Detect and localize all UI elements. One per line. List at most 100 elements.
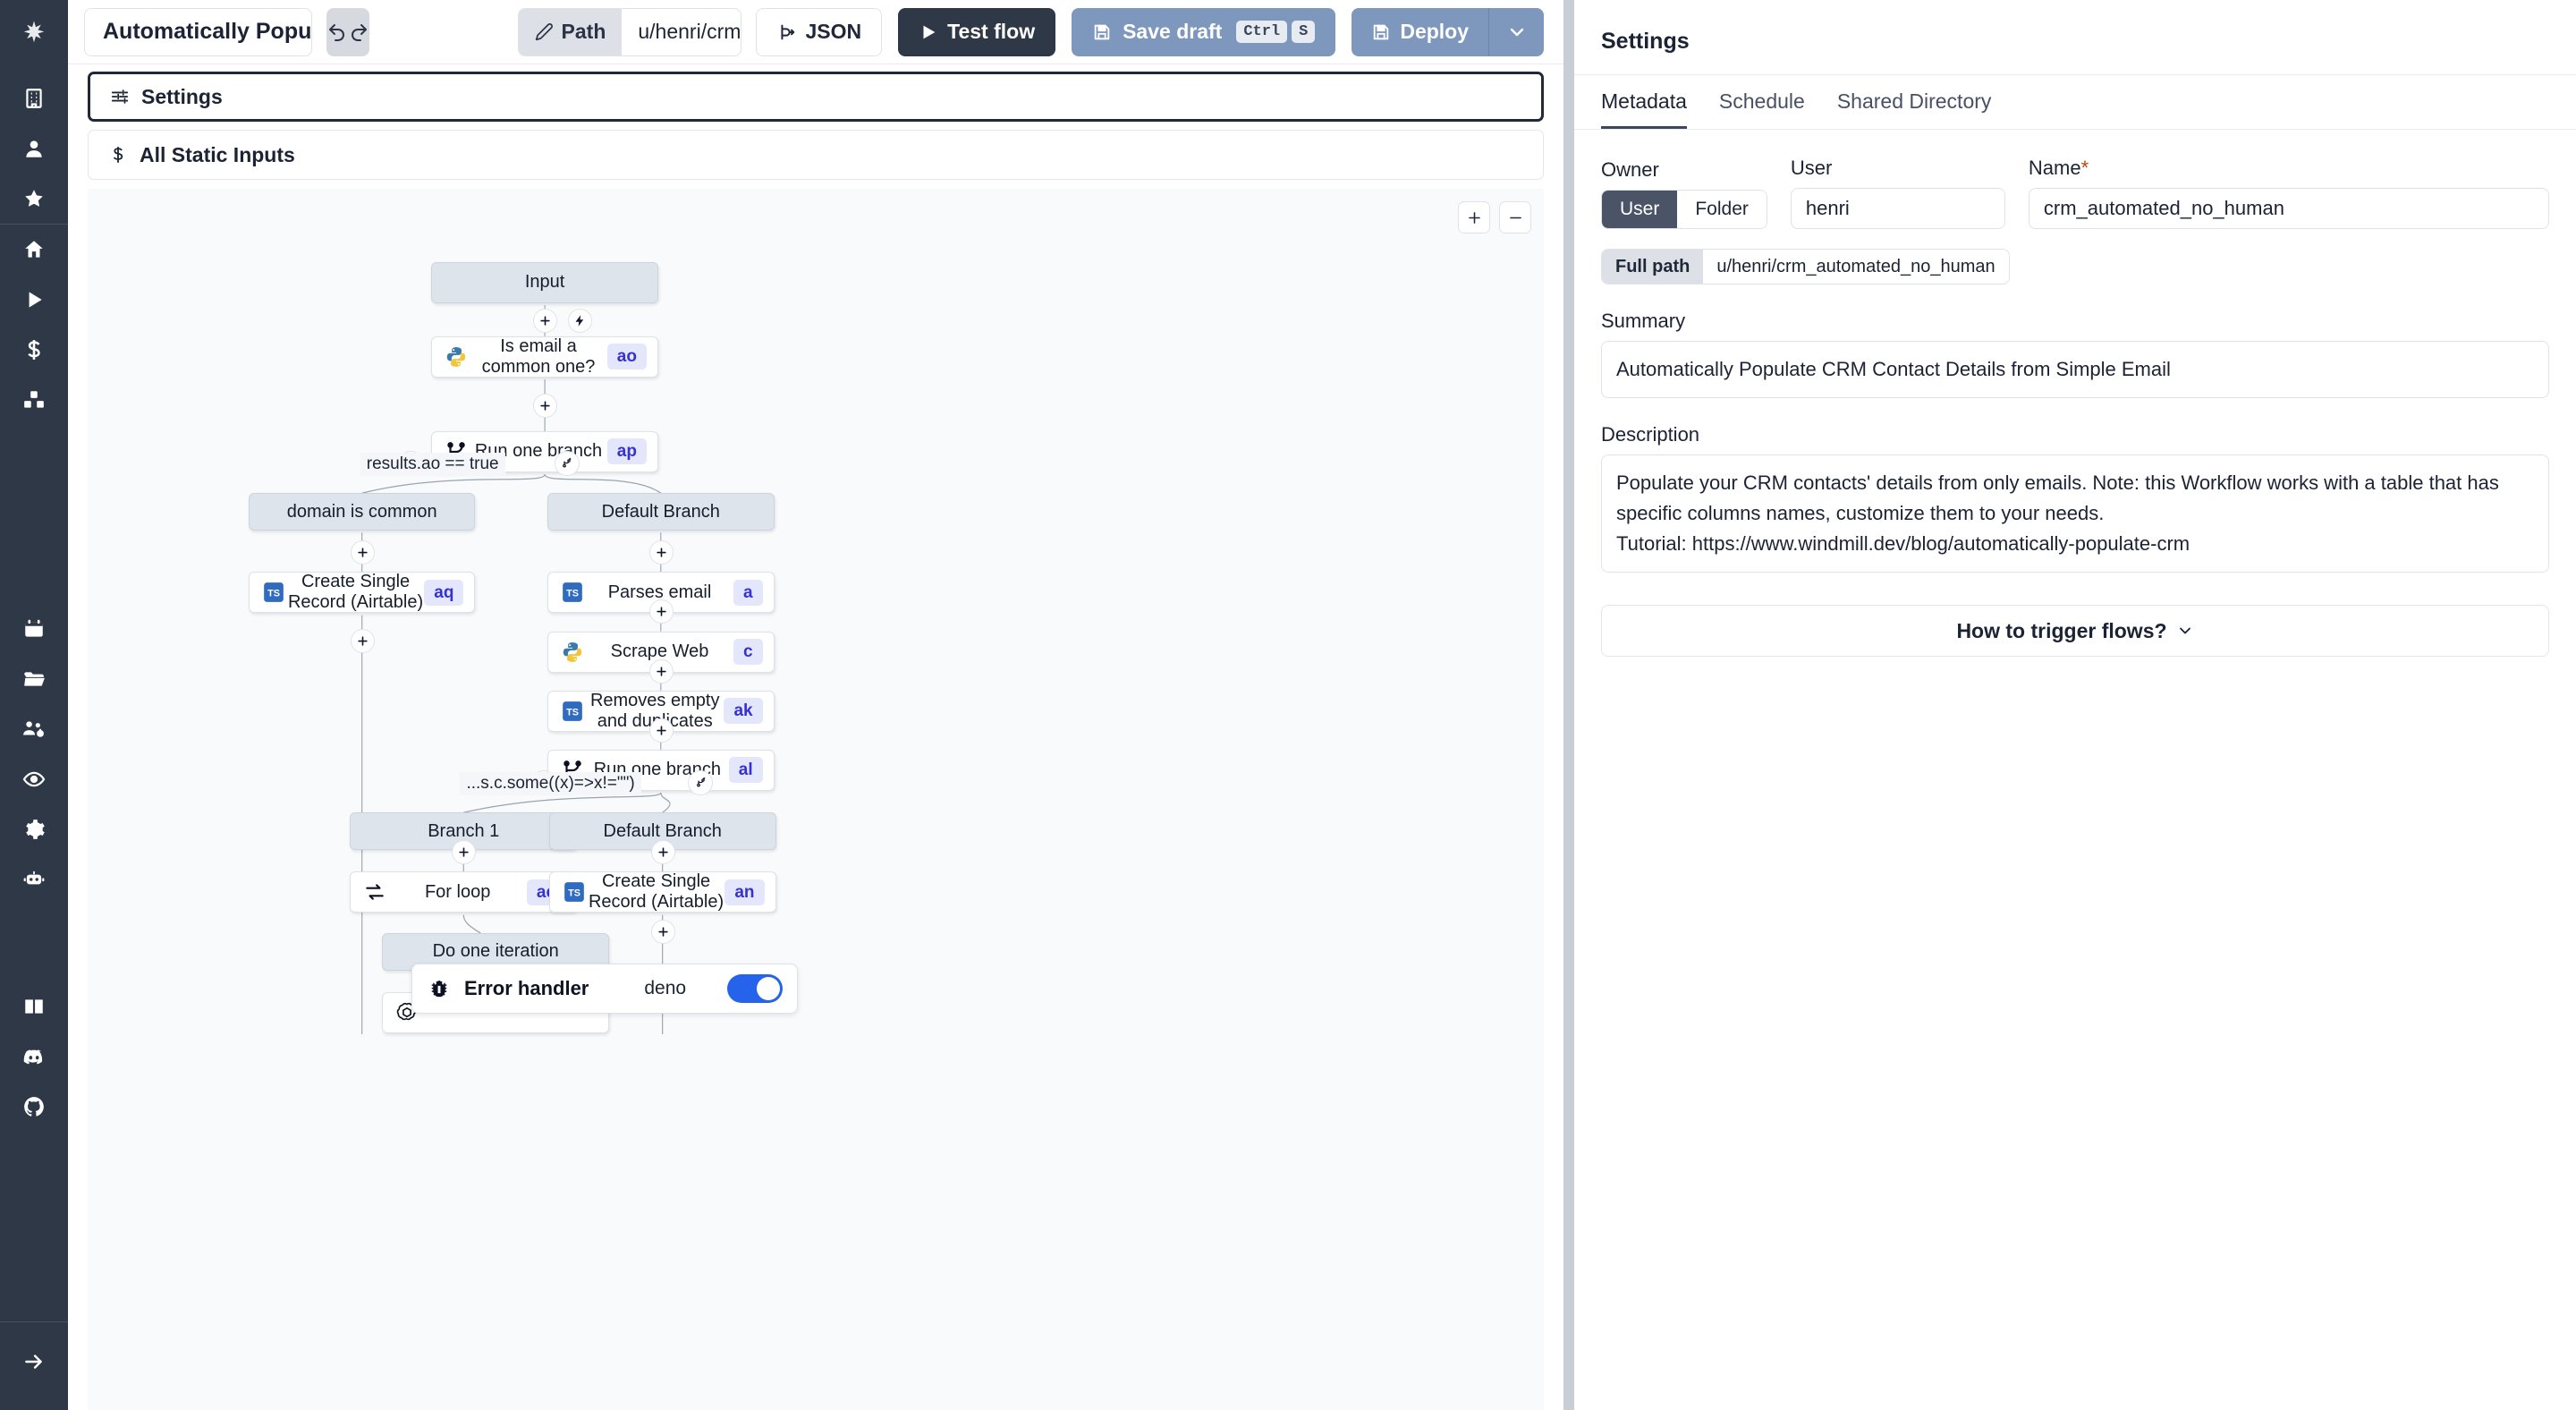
json-button[interactable]: JSON: [756, 8, 882, 56]
plus-aq-next-icon[interactable]: [351, 629, 375, 653]
github-icon[interactable]: [0, 1082, 68, 1132]
zoom-out-button[interactable]: [1499, 201, 1531, 234]
chevron-down-icon[interactable]: [1488, 8, 1544, 56]
book-icon[interactable]: [0, 981, 68, 1032]
svg-text:TS: TS: [568, 888, 580, 899]
kbd-s: S: [1292, 21, 1315, 43]
full-path-label: Full path: [1602, 249, 1703, 285]
undo-icon[interactable]: [326, 8, 348, 56]
tab-metadata[interactable]: Metadata: [1601, 75, 1687, 129]
typescript-icon: TS: [559, 579, 586, 606]
panel-resizer[interactable]: [1563, 0, 1574, 1410]
error-handler-toggle[interactable]: [727, 974, 783, 1003]
plus-default-a-icon[interactable]: [649, 540, 674, 565]
flow-node-aq[interactable]: TSCreate Single Record (Airtable)aq: [249, 572, 476, 613]
arrow-right-icon[interactable]: [0, 1337, 68, 1387]
code-export-icon: [776, 22, 796, 42]
summary-input[interactable]: Automatically Populate CRM Contact Detai…: [1601, 341, 2549, 398]
robot-icon[interactable]: [0, 854, 68, 905]
flow-node-label: Do one iteration: [383, 941, 608, 962]
add-branch-2-icon[interactable]: [688, 770, 713, 795]
branch-condition-1: results.ao == true: [360, 453, 505, 476]
error-handler-card[interactable]: Error handler deno: [411, 964, 798, 1014]
users-cog-icon[interactable]: [0, 704, 68, 754]
panel-tabs: Metadata Schedule Shared Directory: [1574, 75, 2576, 130]
flow-node-b-common[interactable]: domain is common: [249, 493, 476, 531]
flow-summary-input[interactable]: Automatically Populate CRM Contact Detai…: [84, 8, 312, 56]
plus-common-aq-icon[interactable]: [351, 540, 375, 565]
owner-option-folder[interactable]: Folder: [1677, 191, 1767, 228]
save-draft-button[interactable]: Save draft Ctrl S: [1072, 8, 1335, 56]
eye-icon[interactable]: [0, 754, 68, 804]
flow-node-an[interactable]: TSCreate Single Record (Airtable)an: [549, 871, 776, 913]
how-to-trigger-flows-button[interactable]: How to trigger flows?: [1601, 605, 2549, 657]
save-shortcut: Ctrl S: [1236, 21, 1315, 43]
flow-node-ac[interactable]: For loopac: [350, 871, 577, 913]
trigger-bolt-icon[interactable]: [568, 309, 592, 333]
home-icon[interactable]: [0, 225, 68, 275]
python-icon: [443, 344, 470, 370]
plus-ak-al-icon[interactable]: [649, 718, 674, 743]
play-icon: [919, 22, 938, 42]
owner-row: Owner User Folder User henri Name* crm_a…: [1601, 157, 2549, 229]
description-textarea[interactable]: Populate your CRM contacts' details from…: [1601, 454, 2549, 573]
zoom-in-button[interactable]: [1458, 201, 1490, 234]
full-path-value: u/henri/crm_automated_no_human: [1703, 257, 2008, 277]
flow-node-ao[interactable]: Is email a common one?ao: [431, 336, 658, 378]
typescript-icon: TS: [260, 579, 287, 606]
folder-icon[interactable]: [0, 654, 68, 704]
rail-divider-2: [0, 1321, 68, 1322]
name-field: Name* crm_automated_no_human: [2029, 157, 2549, 229]
svg-text:TS: TS: [566, 707, 579, 718]
flow-node-label: Is email a common one?: [470, 336, 606, 378]
flow-canvas[interactable]: InputIs email a common one?aoRun one bra…: [88, 189, 1544, 1410]
path-value[interactable]: u/henri/crm_automated_no_human: [622, 20, 741, 44]
left-rail: [0, 0, 68, 1410]
plus-ao-ap-icon[interactable]: [533, 394, 557, 418]
user-icon[interactable]: [0, 123, 68, 174]
test-flow-button[interactable]: Test flow: [898, 8, 1055, 56]
accordion-static-inputs[interactable]: All Static Inputs: [88, 130, 1544, 180]
plus-input-ao-icon[interactable]: [533, 309, 557, 333]
plus-c-ak-icon[interactable]: [649, 659, 674, 684]
discord-icon[interactable]: [0, 1032, 68, 1082]
full-path-field: Full path u/henri/crm_automated_no_human: [1601, 249, 2010, 285]
accordion-settings[interactable]: Settings: [88, 72, 1544, 122]
toolbar-actions: JSON Test flow Save draft Ctrl S: [756, 8, 1549, 56]
pencil-icon: [535, 22, 554, 41]
flow-node-badge: c: [733, 639, 763, 665]
user-input[interactable]: henri: [1791, 188, 2005, 229]
flow-node-input[interactable]: Input: [431, 262, 658, 303]
redo-icon[interactable]: [348, 8, 369, 56]
boxes-icon[interactable]: [0, 375, 68, 425]
flow-node-b-def1[interactable]: Default Branch: [547, 493, 775, 531]
flow-path-field[interactable]: Path u/henri/crm_automated_no_human: [518, 8, 742, 56]
flow-node-label: Default Branch: [548, 502, 774, 522]
deploy-button[interactable]: Deploy: [1352, 8, 1488, 56]
plus-default2-an-icon[interactable]: [651, 840, 675, 864]
windmill-logo-icon[interactable]: [0, 0, 68, 64]
svg-text:TS: TS: [566, 589, 579, 599]
how-to-trigger-label: How to trigger flows?: [1956, 619, 2166, 643]
star-icon[interactable]: [0, 174, 68, 224]
calendar-icon[interactable]: [0, 604, 68, 654]
top-toolbar: Automatically Populate CRM Contact Detai…: [68, 0, 1563, 64]
flow-edges: [88, 189, 1544, 1410]
deploy-group: Deploy: [1352, 8, 1544, 56]
tab-schedule[interactable]: Schedule: [1719, 75, 1805, 129]
flow-node-label: Input: [432, 272, 657, 293]
branch-condition-2: ...s.c.some((x)=>x!=""): [460, 772, 640, 795]
settings-panel: Settings Metadata Schedule Shared Direct…: [1574, 0, 2576, 1410]
owner-option-user[interactable]: User: [1602, 191, 1677, 228]
tab-shared-directory[interactable]: Shared Directory: [1837, 75, 1992, 129]
play-icon[interactable]: [0, 275, 68, 325]
plus-an-next-icon[interactable]: [651, 920, 675, 944]
panel-title: Settings: [1574, 0, 2576, 75]
building-icon[interactable]: [0, 73, 68, 123]
flow-node-label: Create Single Record (Airtable): [588, 871, 724, 913]
json-label: JSON: [805, 20, 861, 44]
name-input[interactable]: crm_automated_no_human: [2029, 188, 2549, 229]
add-branch-1-icon[interactable]: [555, 451, 580, 476]
dollar-icon[interactable]: [0, 325, 68, 375]
gear-icon[interactable]: [0, 804, 68, 854]
